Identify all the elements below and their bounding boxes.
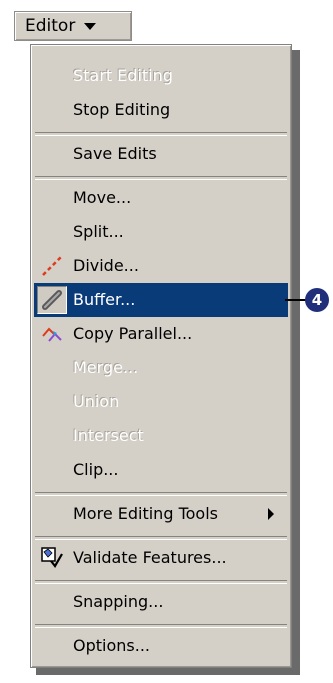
menu-separator <box>35 132 287 136</box>
menu-item-more-editing-tools[interactable]: More Editing Tools <box>34 497 288 531</box>
menu-separator <box>35 624 287 628</box>
menu-item-label: Merge... <box>73 358 139 377</box>
menu-separator <box>35 492 287 496</box>
callout-leader-line <box>285 299 306 301</box>
menu-item-label: Clip... <box>73 460 119 479</box>
menu-item-label: Union <box>73 392 120 411</box>
divide-line-icon <box>42 256 62 276</box>
menu-item-validate-features[interactable]: Validate Features... <box>34 541 288 575</box>
menu-item-snapping[interactable]: Snapping... <box>34 585 288 619</box>
submenu-arrow-icon <box>268 508 274 520</box>
dropdown-arrow-icon <box>84 22 97 30</box>
menu-item-move[interactable]: Move... <box>34 181 288 215</box>
menu-item-merge: Merge... <box>34 351 288 385</box>
menu-item-label: Divide... <box>73 256 139 275</box>
pencil-buffer-icon <box>42 290 62 310</box>
menu-separator <box>35 580 287 584</box>
menu-item-buffer[interactable]: Buffer... <box>34 283 288 317</box>
menu-item-label: Move... <box>73 188 132 207</box>
editor-menu-button[interactable]: Editor <box>14 11 132 41</box>
menu-item-label: Copy Parallel... <box>73 324 193 343</box>
callout-badge: 4 <box>305 288 329 312</box>
menu-item-clip[interactable]: Clip... <box>34 453 288 487</box>
editor-dropdown-menu: Start Editing Stop Editing Save Edits Mo… <box>30 44 292 668</box>
menu-item-label: Save Edits <box>73 144 157 163</box>
menu-item-label: Intersect <box>73 426 144 445</box>
menu-item-start-editing: Start Editing <box>34 59 288 93</box>
menu-item-save-edits[interactable]: Save Edits <box>34 137 288 171</box>
menu-item-label: Snapping... <box>73 592 164 611</box>
validate-checkmark-icon <box>41 547 63 568</box>
menu-item-divide[interactable]: Divide... <box>34 249 288 283</box>
menu-item-options[interactable]: Options... <box>34 629 288 663</box>
menu-item-label: Start Editing <box>73 66 173 85</box>
menu-item-label: Buffer... <box>73 290 136 309</box>
menu-item-stop-editing[interactable]: Stop Editing <box>34 93 288 127</box>
menu-item-split[interactable]: Split... <box>34 215 288 249</box>
menu-separator <box>35 536 287 540</box>
editor-label: Editor <box>25 16 76 36</box>
menu-item-label: Stop Editing <box>73 100 171 119</box>
menu-item-union: Union <box>34 385 288 419</box>
menu-item-copy-parallel[interactable]: Copy Parallel... <box>34 317 288 351</box>
menu-item-intersect: Intersect <box>34 419 288 453</box>
menu-item-label: Validate Features... <box>73 548 227 567</box>
copy-parallel-icon <box>42 327 62 342</box>
menu-separator <box>35 176 287 180</box>
menu-item-label: Options... <box>73 636 150 655</box>
menu-item-label: More Editing Tools <box>73 504 218 523</box>
menu-item-label: Split... <box>73 222 124 241</box>
